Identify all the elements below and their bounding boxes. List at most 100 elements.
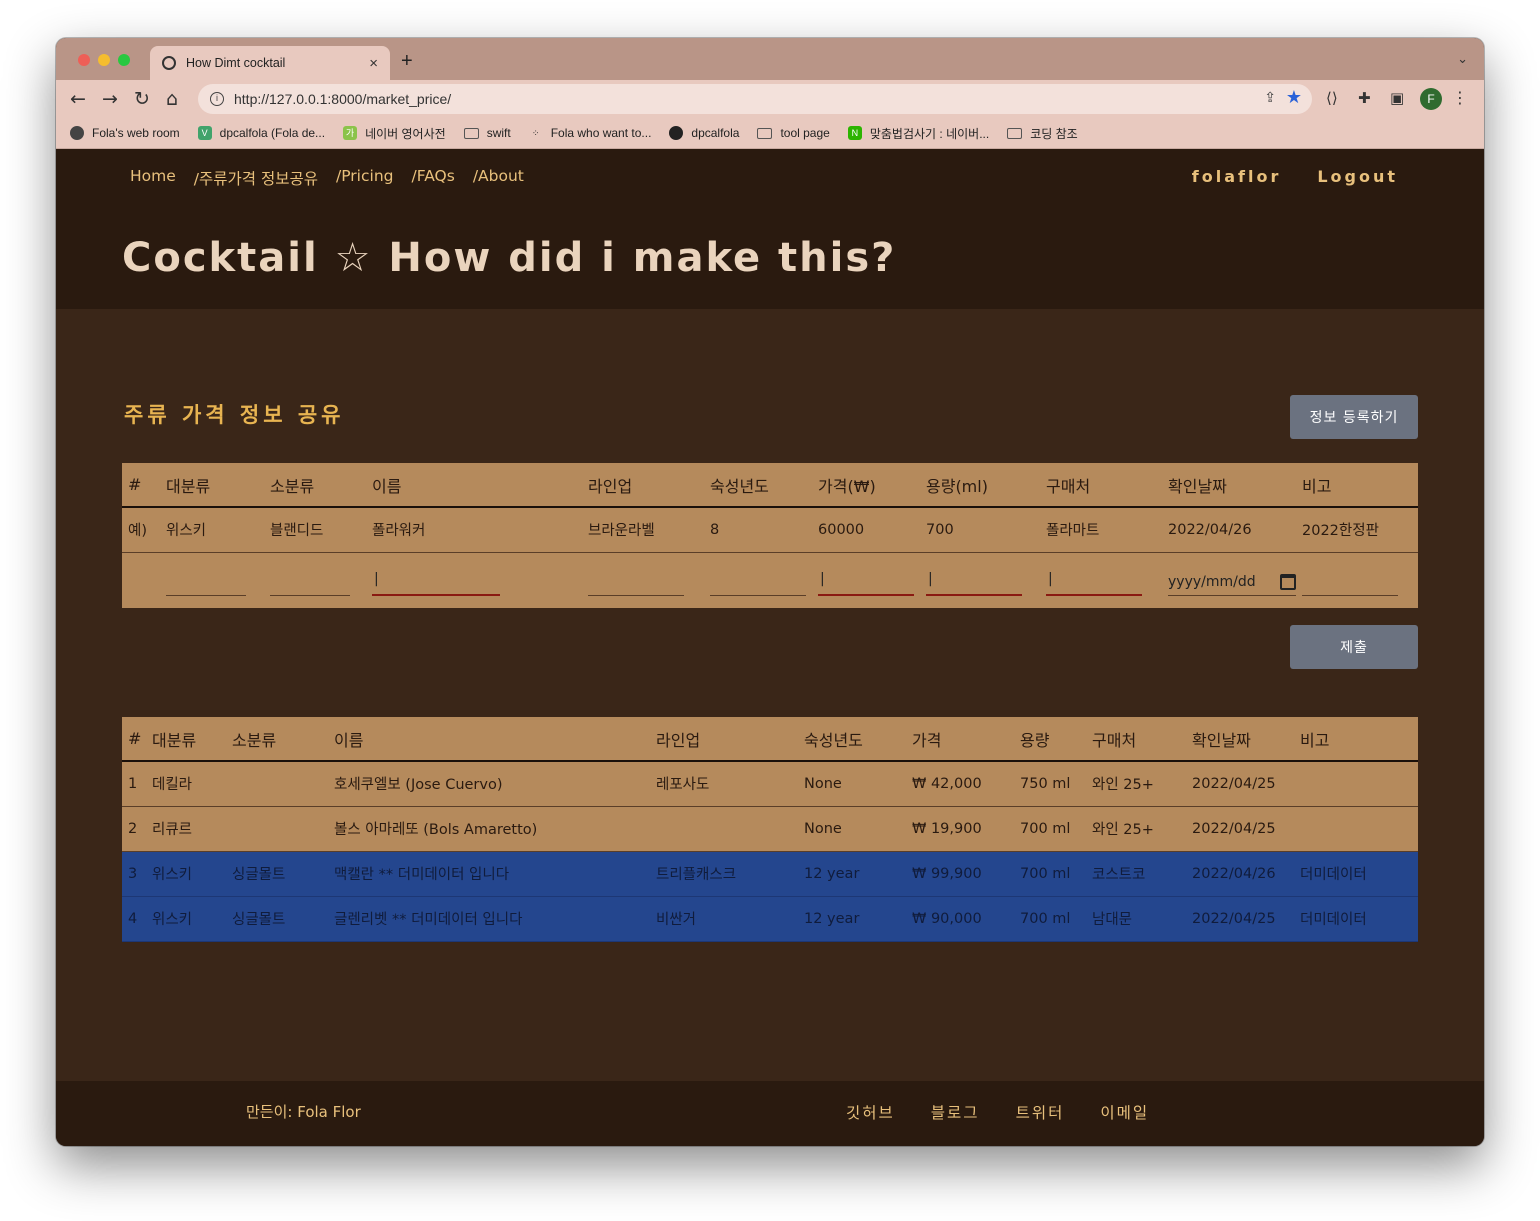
bookmark-folder[interactable]: swift	[463, 126, 511, 140]
table-cell: 4	[122, 896, 146, 942]
column-header: 가격(₩)	[812, 463, 920, 508]
site-header: Home /주류가격 정보공유 /Pricing /FAQs /About fo…	[56, 149, 1484, 309]
volume-input[interactable]: |	[926, 568, 1022, 596]
calendar-icon[interactable]	[1280, 573, 1296, 590]
footer-link-twitter[interactable]: 트위터	[1016, 1101, 1065, 1123]
bookmark-item[interactable]: ⁘ Fola who want to...	[529, 126, 652, 140]
register-info-button[interactable]: 정보 등록하기	[1290, 395, 1418, 439]
store-input[interactable]: |	[1046, 568, 1142, 596]
table-cell: 2022/04/25	[1186, 896, 1294, 942]
site-title: Cocktail ☆ How did i make this?	[122, 235, 897, 281]
browser-tab[interactable]: How Dimt cocktail ×	[150, 46, 390, 80]
puzzle-icon[interactable]: ✚	[1358, 89, 1371, 107]
nav-about[interactable]: /About	[473, 167, 524, 189]
new-tab-button[interactable]: +	[401, 50, 413, 73]
username-link[interactable]: folaflor	[1192, 167, 1282, 186]
table-cell: 글렌리벳 ** 더미데이터 입니다	[328, 896, 650, 942]
nav-market-price[interactable]: /주류가격 정보공유	[194, 167, 318, 189]
chevron-down-icon[interactable]: ⌄	[1457, 52, 1468, 67]
table-cell: 750 ml	[1014, 761, 1086, 807]
close-window-button[interactable]	[78, 54, 90, 66]
table-cell: 700 ml	[1014, 851, 1086, 897]
table-row[interactable]: 3 위스키 싱글몰트 맥캘란 ** 더미데이터 입니다 트리플캐스크 12 ye…	[122, 851, 1418, 897]
share-icon[interactable]: ⇪	[1264, 90, 1276, 106]
nav-pricing[interactable]: /Pricing	[336, 167, 393, 189]
url-text[interactable]: http://127.0.0.1:8000/market_price/	[234, 91, 451, 107]
table-cell: 볼스 아마레또 (Bols Amaretto)	[328, 806, 650, 852]
name-input[interactable]: |	[372, 568, 500, 596]
table-cell: |	[812, 552, 920, 608]
bookmark-item[interactable]: dpcalfola	[669, 126, 739, 140]
back-arrow-icon[interactable]: ←	[70, 87, 86, 111]
table-cell	[160, 552, 264, 608]
more-menu-icon[interactable]: ⋮	[1452, 88, 1468, 107]
aging-year-input[interactable]	[710, 568, 806, 596]
table-cell	[704, 552, 812, 608]
maximize-window-button[interactable]	[118, 54, 130, 66]
table-cell	[122, 552, 160, 608]
extension-icon[interactable]: ⟨⟩	[1326, 89, 1338, 107]
column-header: 라인업	[582, 463, 704, 508]
column-header: 용량	[1014, 717, 1086, 762]
bookmark-folder[interactable]: tool page	[757, 126, 830, 140]
table-cell: 2022/04/25	[1186, 806, 1294, 852]
bookmark-item[interactable]: 가 네이버 영어사전	[343, 125, 446, 142]
table-cell: 1	[122, 761, 146, 807]
table-row[interactable]: 2 리큐르 볼스 아마레또 (Bols Amaretto) None ₩ 19,…	[122, 806, 1418, 852]
info-icon[interactable]: i	[210, 92, 224, 106]
folder-icon	[463, 127, 479, 139]
globe-icon	[70, 126, 84, 140]
address-bar[interactable]: i http://127.0.0.1:8000/market_price/ ⇪ …	[198, 84, 1312, 114]
table-cell: 2022한정판	[1296, 507, 1418, 553]
forward-arrow-icon[interactable]: →	[102, 87, 118, 111]
lineup-input[interactable]	[588, 568, 684, 596]
minimize-window-button[interactable]	[98, 54, 110, 66]
table-cell	[650, 806, 798, 852]
profile-avatar[interactable]: F	[1420, 88, 1442, 110]
table-cell	[1294, 806, 1418, 852]
category-input[interactable]	[166, 568, 246, 596]
side-panel-icon[interactable]: ▣	[1390, 89, 1404, 107]
bookmark-folder[interactable]: 코딩 참조	[1007, 125, 1078, 142]
nav-faqs[interactable]: /FAQs	[411, 167, 454, 189]
table-cell: 12 year	[798, 851, 906, 897]
home-icon[interactable]: ⌂	[166, 87, 178, 111]
table-cell: 8	[704, 507, 812, 553]
footer-link-email[interactable]: 이메일	[1100, 1101, 1149, 1123]
bookmark-star-icon[interactable]: ★	[1286, 87, 1302, 108]
tab-close-icon[interactable]: ×	[369, 55, 378, 72]
table-row[interactable]: 1 데킬라 호세쿠엘보 (Jose Cuervo) 레포사도 None ₩ 42…	[122, 761, 1418, 807]
footer-link-github[interactable]: 깃허브	[846, 1101, 895, 1123]
note-input[interactable]	[1302, 568, 1398, 596]
table-cell: 폴라마트	[1040, 507, 1162, 553]
table-cell	[1296, 552, 1418, 608]
nav-home[interactable]: Home	[130, 167, 176, 189]
bookmark-item[interactable]: N 맞춤법검사기 : 네이버...	[847, 125, 989, 142]
site-footer: 만든이: Fola Flor 깃허브 블로그 트위터 이메일	[56, 1081, 1484, 1146]
footer-link-blog[interactable]: 블로그	[931, 1101, 980, 1123]
column-header: 확인날짜	[1162, 463, 1296, 508]
subcategory-input[interactable]	[270, 568, 350, 596]
folder-icon	[1007, 127, 1023, 139]
column-header: 이름	[328, 717, 650, 762]
logout-link[interactable]: Logout	[1317, 167, 1398, 186]
date-input[interactable]: yyyy/mm/dd	[1168, 568, 1296, 596]
column-header: 구매처	[1086, 717, 1186, 762]
column-header: 확인날짜	[1186, 717, 1294, 762]
footer-links: 깃허브 블로그 트위터 이메일	[846, 1101, 1149, 1123]
bookmark-item[interactable]: Vdpcalfola (Fola de...	[197, 126, 325, 140]
column-header: 소분류	[264, 463, 366, 508]
column-header: 비고	[1296, 463, 1418, 508]
user-nav: folaflor Logout	[1192, 167, 1398, 186]
table-cell: 블랜디드	[264, 507, 366, 553]
table-row[interactable]: 4 위스키 싱글몰트 글렌리벳 ** 더미데이터 입니다 비싼거 12 year…	[122, 896, 1418, 942]
table-cell: 데킬라	[146, 761, 226, 807]
footer-credit: 만든이: Fola Flor	[246, 1103, 361, 1121]
table-cell: 더미데이터	[1294, 896, 1418, 942]
table-cell: 레포사도	[650, 761, 798, 807]
bookmark-item[interactable]: Fola's web room	[70, 126, 180, 140]
table-cell: 위스키	[146, 896, 226, 942]
price-input[interactable]: |	[818, 568, 914, 596]
submit-button[interactable]: 제출	[1290, 625, 1418, 669]
reload-icon[interactable]: ↻	[134, 87, 150, 111]
